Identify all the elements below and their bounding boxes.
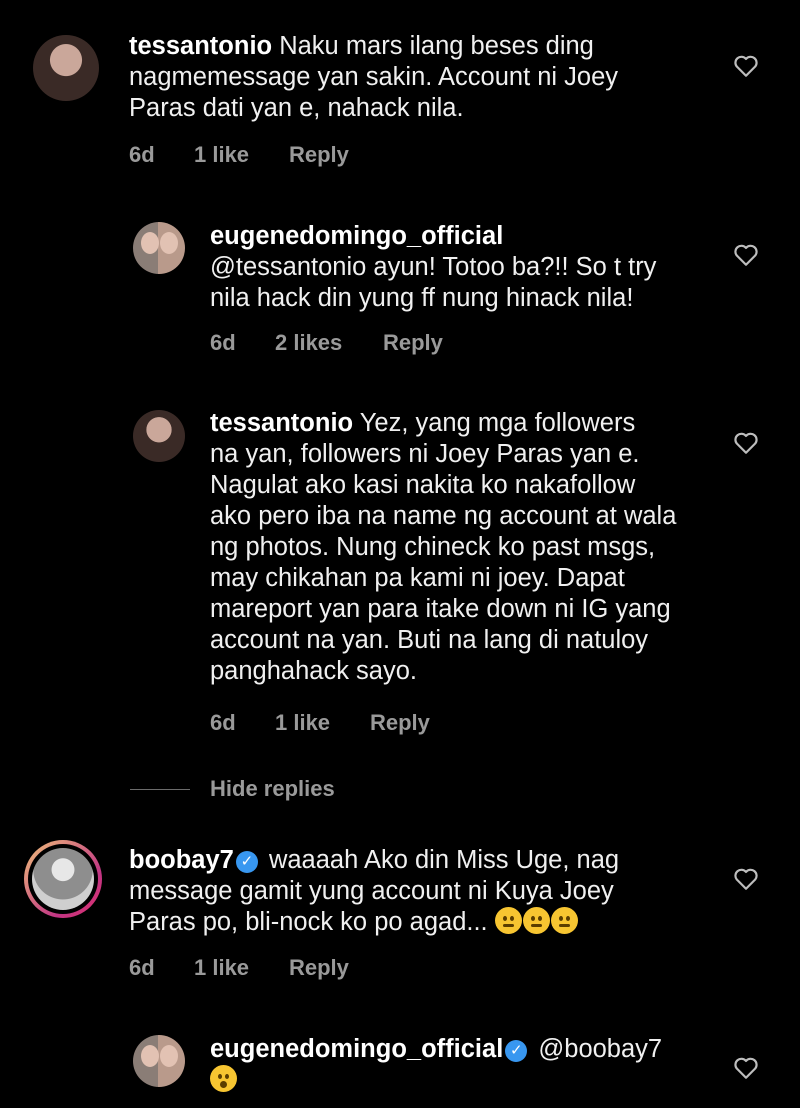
hide-replies-divider [130, 789, 190, 790]
comment-time: 6d [210, 330, 236, 355]
likes-count[interactable]: 1 like [275, 710, 330, 736]
comment-time: 6d [129, 955, 155, 980]
comment-tessantonio-1: tessantonio Naku mars ilang beses ding n… [0, 0, 800, 180]
comment-text: boobay7 ✓ waaaah Ako din Miss Uge, nag me… [129, 846, 620, 936]
reply-button[interactable]: Reply [383, 330, 443, 356]
avatar[interactable] [133, 1035, 185, 1087]
comment-text: eugenedomingo_official @tessantonio ayun… [210, 222, 657, 312]
avatar[interactable] [133, 410, 185, 462]
heart-icon[interactable] [733, 867, 759, 891]
avatar[interactable] [33, 35, 99, 101]
verified-badge-icon: ✓ [505, 1040, 528, 1062]
heart-icon[interactable] [733, 1056, 759, 1080]
reply-button[interactable]: Reply [289, 142, 349, 168]
smiling-face-emoji-icon [522, 907, 550, 934]
smiling-face-emoji-icon [494, 907, 522, 934]
likes-count[interactable]: 2 likes [275, 330, 342, 356]
avatar [32, 848, 94, 910]
comment-time: 6d [129, 142, 155, 167]
comment-text: tessantonio Naku mars ilang beses ding n… [129, 32, 619, 122]
heart-icon[interactable] [733, 54, 759, 78]
reply-button[interactable]: Reply [289, 955, 349, 981]
comment-time: 6d [210, 710, 236, 735]
username[interactable]: boobay7 [129, 846, 234, 874]
username[interactable]: tessantonio [210, 409, 353, 437]
comment-text: eugenedomingo_official ✓ @boobay7 [210, 1034, 662, 1096]
comment-text: tessantonio Yez, yang mga followers na y… [210, 409, 677, 685]
avatar-story-ring[interactable] [24, 840, 102, 918]
reply-button[interactable]: Reply [370, 710, 430, 736]
likes-count[interactable]: 1 like [194, 142, 249, 168]
avatar[interactable] [133, 222, 185, 274]
verified-badge-icon: ✓ [235, 851, 258, 873]
username[interactable]: tessantonio [129, 32, 272, 60]
hushed-face-emoji-icon [210, 1065, 237, 1092]
likes-count[interactable]: 1 like [194, 955, 249, 981]
heart-icon[interactable] [733, 431, 759, 455]
hide-replies-button[interactable]: Hide replies [210, 776, 335, 802]
username[interactable]: eugenedomingo_official [210, 222, 503, 250]
heart-icon[interactable] [733, 243, 759, 267]
username[interactable]: eugenedomingo_official [210, 1035, 503, 1063]
smiling-face-emoji-icon [550, 907, 578, 934]
